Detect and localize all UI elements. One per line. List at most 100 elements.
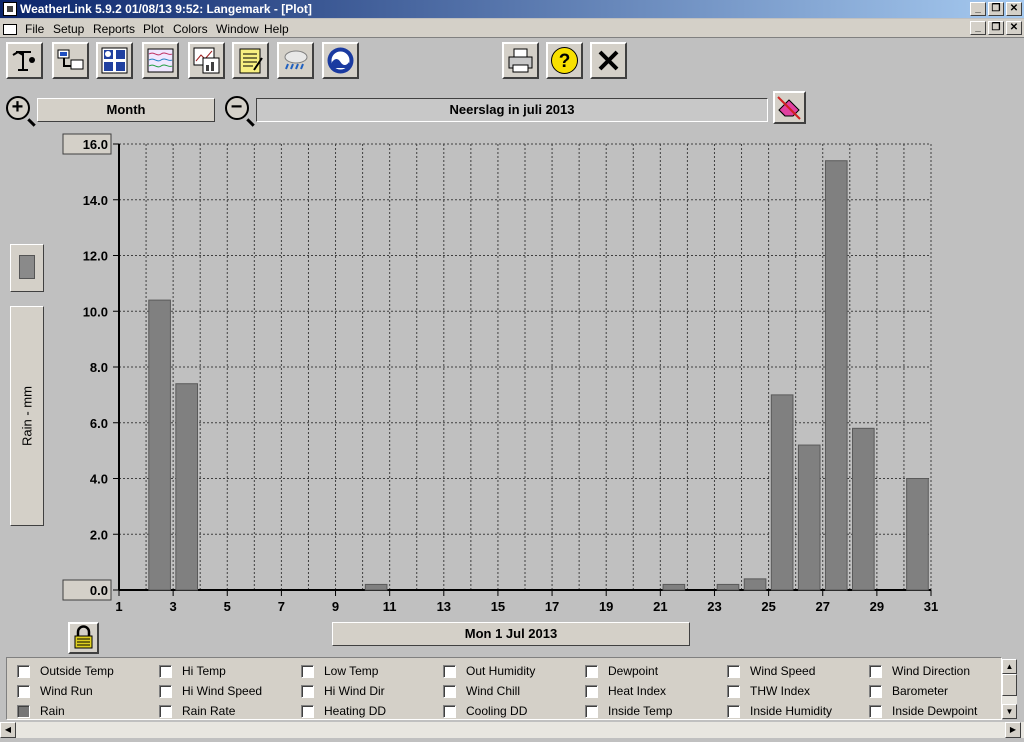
series-checkbox[interactable]	[159, 704, 172, 718]
eraser-icon	[777, 96, 801, 120]
document-icon[interactable]	[3, 22, 17, 35]
lock-button[interactable]	[68, 622, 99, 654]
series-option-heating-dd[interactable]: Heating DD	[301, 704, 386, 718]
series-checkbox[interactable]	[869, 684, 882, 698]
minimize-button[interactable]: _	[970, 2, 986, 16]
toolbar: ?	[0, 39, 1024, 83]
series-label: Inside Dewpoint	[892, 704, 978, 718]
bulletin-button[interactable]	[96, 42, 133, 79]
menu-help[interactable]: Help	[264, 22, 289, 36]
series-option-wind-speed[interactable]: Wind Speed	[727, 664, 815, 678]
eraser-button[interactable]	[773, 91, 806, 124]
series-option-barometer[interactable]: Barometer	[869, 684, 948, 698]
x-tick-label: 19	[599, 599, 613, 614]
zoom-in-button[interactable]: +	[2, 92, 33, 123]
series-checkbox[interactable]	[869, 664, 882, 678]
svg-text:?: ?	[559, 51, 571, 72]
series-checkbox[interactable]	[727, 664, 740, 678]
mdi-restore-button[interactable]: ❐	[988, 21, 1004, 35]
series-option-out-humidity[interactable]: Out Humidity	[443, 664, 535, 678]
series-option-wind-chill[interactable]: Wind Chill	[443, 684, 520, 698]
y-tick-label: 6.0	[90, 416, 108, 431]
series-option-cooling-dd[interactable]: Cooling DD	[443, 704, 527, 718]
summary-button[interactable]	[232, 42, 269, 79]
noaa-button[interactable]	[322, 42, 359, 79]
plot-icon	[193, 47, 220, 74]
close-window-button[interactable]: ✕	[1006, 2, 1022, 16]
series-checkbox[interactable]	[17, 684, 30, 698]
menu-colors[interactable]: Colors	[173, 22, 208, 36]
series-option-hi-temp[interactable]: Hi Temp	[159, 664, 226, 678]
app-icon[interactable]	[3, 2, 17, 16]
series-option-inside-temp[interactable]: Inside Temp	[585, 704, 672, 718]
series-scrollbar[interactable]: ▲ ▼	[1002, 659, 1017, 719]
series-checkbox[interactable]	[159, 684, 172, 698]
scroll-right-arrow[interactable]: ▶	[1005, 722, 1021, 738]
series-option-hi-wind-dir[interactable]: Hi Wind Dir	[301, 684, 385, 698]
mdi-close-button[interactable]: ✕	[1006, 21, 1022, 35]
y-tick-label: 8.0	[90, 360, 108, 375]
mdi-minimize-button[interactable]: _	[970, 21, 986, 35]
help-button[interactable]: ?	[546, 42, 583, 79]
menu-file[interactable]: File	[25, 22, 44, 36]
series-checkbox[interactable]	[159, 664, 172, 678]
series-option-inside-humidity[interactable]: Inside Humidity	[727, 704, 832, 718]
station-button[interactable]	[6, 42, 43, 79]
scroll-left-arrow[interactable]: ◀	[0, 722, 16, 738]
series-checkbox[interactable]	[443, 704, 456, 718]
series-checkbox[interactable]	[301, 704, 314, 718]
date-button[interactable]: Mon 1 Jul 2013	[332, 622, 690, 646]
weather-button[interactable]	[277, 42, 314, 79]
series-label: Cooling DD	[466, 704, 528, 718]
scroll-up-arrow[interactable]: ▲	[1002, 659, 1017, 674]
menu-window[interactable]: Window	[216, 22, 259, 36]
scroll-thumb[interactable]	[1002, 674, 1017, 696]
series-option-low-temp[interactable]: Low Temp	[301, 664, 378, 678]
series-checkbox[interactable]	[585, 704, 598, 718]
series-option-hi-wind-speed[interactable]: Hi Wind Speed	[159, 684, 262, 698]
series-option-heat-index[interactable]: Heat Index	[585, 684, 666, 698]
series-checkbox[interactable]	[17, 664, 30, 678]
series-label: Heating DD	[324, 704, 387, 718]
restore-button[interactable]: ❐	[988, 2, 1004, 16]
horizontal-scrollbar[interactable]: ◀ ▶	[0, 722, 1024, 738]
close-plot-button[interactable]	[590, 42, 627, 79]
series-option-rain[interactable]: Rain	[17, 704, 65, 718]
series-checkbox[interactable]	[869, 704, 882, 718]
series-option-thw-index[interactable]: THW Index	[727, 684, 810, 698]
span-selector[interactable]: Month	[37, 98, 215, 122]
series-checkbox[interactable]	[727, 704, 740, 718]
menu-plot[interactable]: Plot	[143, 22, 164, 36]
x-tick-label: 11	[383, 599, 397, 614]
y-tick-label: 12.0	[83, 249, 108, 264]
series-option-inside-dewpoint[interactable]: Inside Dewpoint	[869, 704, 977, 718]
series-checkbox[interactable]	[727, 684, 740, 698]
strip-chart-button[interactable]	[142, 42, 179, 79]
series-checkbox[interactable]	[443, 684, 456, 698]
series-label: Outside Temp	[40, 664, 114, 678]
series-option-wind-run[interactable]: Wind Run	[17, 684, 93, 698]
scroll-down-arrow[interactable]: ▼	[1002, 704, 1017, 719]
y-ticks: 16.0 14.0 12.0 10.0 8.0 6.0 4.0 2.0 0.0	[62, 133, 119, 601]
series-checkbox[interactable]	[585, 664, 598, 678]
series-option-outside-temp[interactable]: Outside Temp	[17, 664, 114, 678]
y-tick-label: 0.0	[90, 583, 108, 598]
series-checkbox[interactable]	[301, 664, 314, 678]
x-tick-label: 25	[761, 599, 775, 614]
series-option-rain-rate[interactable]: Rain Rate	[159, 704, 235, 718]
series-checkbox[interactable]	[17, 704, 30, 718]
series-checkbox[interactable]	[443, 664, 456, 678]
print-button[interactable]	[502, 42, 539, 79]
zoom-out-button[interactable]: −	[221, 92, 252, 123]
plot-button[interactable]	[188, 42, 225, 79]
menu-reports[interactable]: Reports	[93, 22, 135, 36]
series-checkbox[interactable]	[585, 684, 598, 698]
rain-bar	[824, 160, 848, 591]
summary-icon	[239, 48, 263, 74]
menu-setup[interactable]: Setup	[53, 22, 84, 36]
series-checkbox[interactable]	[301, 684, 314, 698]
series-option-wind-direction[interactable]: Wind Direction	[869, 664, 970, 678]
series-option-dewpoint[interactable]: Dewpoint	[585, 664, 658, 678]
download-button[interactable]	[52, 42, 89, 79]
series-label: Inside Temp	[608, 704, 673, 718]
